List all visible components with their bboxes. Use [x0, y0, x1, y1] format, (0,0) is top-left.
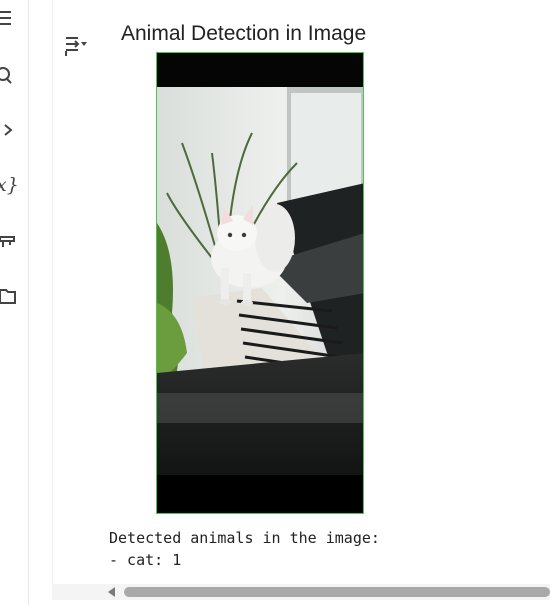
folder-icon[interactable]	[0, 284, 24, 308]
output-toggle-icon[interactable]	[62, 32, 90, 60]
cell-divider	[52, 0, 53, 600]
detection-image	[156, 52, 364, 514]
chevron-right-icon[interactable]	[0, 118, 24, 142]
scrollbar-thumb[interactable]	[124, 587, 550, 597]
stdout-line: - cat: 1	[109, 551, 182, 569]
stdout-line: Detected animals in the image:	[109, 529, 380, 547]
menu-icon[interactable]	[0, 8, 24, 32]
side-rail: x}	[0, 0, 29, 605]
plot-title: Animal Detection in Image	[121, 22, 367, 45]
stdout-output: Detected animals in the image: - cat: 1	[109, 527, 380, 571]
secrets-key-icon[interactable]	[0, 230, 24, 254]
variables-icon[interactable]: x}	[0, 173, 20, 197]
search-icon[interactable]	[0, 63, 24, 87]
scroll-left-arrow-icon[interactable]	[108, 587, 115, 597]
